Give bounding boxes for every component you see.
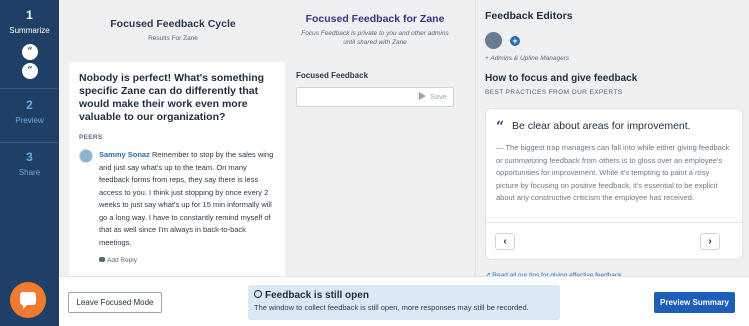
divider — [0, 142, 59, 143]
status-title: Feedback is still open — [265, 290, 369, 301]
focused-feedback-input[interactable]: Save — [296, 87, 454, 107]
managers-label: + Admins & Upline Managers — [485, 55, 570, 62]
chat-icon — [20, 292, 36, 309]
step-preview[interactable]: 2 Preview — [0, 98, 59, 125]
quote-bubble-icon[interactable]: “ — [22, 63, 38, 79]
step-share[interactable]: 3 Share — [0, 150, 59, 177]
save-button[interactable]: Save — [418, 92, 447, 101]
question-text: Nobody is perfect! What's something spec… — [79, 72, 265, 123]
comment-text: Remember to stop by the sales wing and j… — [99, 150, 274, 247]
prev-tip-button[interactable]: ‹ — [495, 233, 515, 250]
focused-feedback-label: Focused Feedback — [296, 71, 369, 80]
next-tip-button[interactable]: › — [700, 233, 720, 250]
step-label: Summarize — [9, 26, 50, 35]
comment-author[interactable]: Sammy Sonaz — [99, 150, 150, 159]
cycle-subtitle: Results For Zane — [148, 35, 198, 42]
step-label: Preview — [15, 116, 44, 125]
footer-bar: Leave Focused Mode Feedback is still ope… — [59, 276, 749, 326]
focus-subtitle: Focus Feedback is private to you and oth… — [301, 30, 449, 46]
step-summarize[interactable]: 1 Summarize — [0, 8, 59, 35]
divider — [0, 88, 59, 89]
status-banner: Feedback is still open The window to col… — [248, 285, 560, 320]
quote-bubble-icon[interactable]: “ — [22, 44, 38, 60]
reply-icon — [99, 257, 105, 262]
editors-title: Feedback Editors — [485, 10, 573, 22]
send-icon — [418, 92, 426, 100]
step-number: 2 — [26, 98, 33, 112]
focus-header: Focused Feedback for Zane Focus Feedback… — [286, 0, 464, 60]
cycle-title: Focused Feedback Cycle — [110, 18, 236, 30]
tip-card: “ Be clear about areas for improvement. … — [485, 108, 743, 260]
peer-comment: Sammy Sonaz Remember to stop by the sale… — [79, 149, 275, 249]
step-number: 1 — [26, 8, 33, 22]
step-label: Share — [18, 168, 41, 177]
quote-icon: “ — [496, 119, 505, 135]
focus-title: Focused Feedback for Zane — [305, 13, 445, 25]
step-number: 3 — [26, 150, 33, 164]
question-panel: Nobody is perfect! What's something spec… — [69, 62, 285, 276]
peers-label: PEERS — [79, 134, 103, 141]
right-panel: Feedback Editors + + Admins & Upline Man… — [475, 0, 749, 285]
add-editor-icon[interactable]: + — [510, 36, 520, 46]
avatar — [79, 149, 93, 163]
chat-launcher-button[interactable] — [10, 282, 46, 318]
save-label: Save — [429, 92, 447, 101]
tips-subtitle: BEST PRACTICES FROM OUR EXPERTS — [485, 89, 623, 96]
focused-feedback-panel: Focused Feedback Save — [286, 62, 464, 276]
status-description: The window to collect feedback is still … — [254, 303, 529, 312]
add-reply-label: Add Reply — [107, 257, 137, 264]
preview-summary-button[interactable]: Preview Summary — [654, 292, 735, 313]
tip-title: Be clear about areas for improvement. — [512, 120, 691, 132]
clock-icon — [254, 290, 262, 298]
avatar — [485, 32, 502, 49]
tip-body: — The biggest trap managers can fall int… — [496, 143, 730, 202]
divider — [486, 222, 742, 223]
step-rail: 1 Summarize “ “ 2 Preview 3 Share — [0, 0, 59, 326]
tips-title: How to focus and give feedback — [485, 73, 638, 84]
leave-focused-mode-button[interactable]: Leave Focused Mode — [68, 292, 162, 313]
cycle-header: Focused Feedback Cycle Results For Zane — [60, 0, 286, 60]
add-reply-link[interactable]: Add Reply — [79, 257, 275, 264]
